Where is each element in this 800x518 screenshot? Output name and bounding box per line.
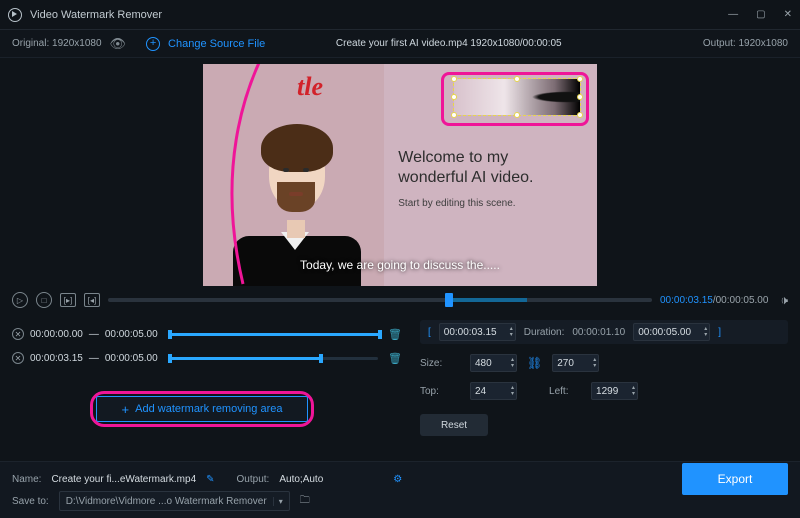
slide-subtext: Start by editing this scene.	[398, 198, 583, 209]
range-row: ✕ 00:00:00.00 — 00:00:05.00 🗑	[12, 324, 402, 344]
title-bar: Video Watermark Remover — ▢ ✕	[0, 0, 800, 30]
name-label: Name:	[12, 474, 41, 485]
app-logo-icon	[8, 8, 22, 22]
range-sep: —	[89, 329, 99, 340]
range-end-input[interactable]: ▴▾	[633, 323, 710, 341]
time-range-bracket: [ ▴▾ Duration: 00:00:01.10 ▴▾ ]	[420, 320, 788, 344]
bottom-bar: Name: Create your fi...eWatermark.mp4 ✎ …	[0, 461, 800, 518]
volume-icon[interactable]: 🕩	[780, 293, 788, 308]
output-label: Output:	[237, 474, 270, 485]
video-preview[interactable]: Welcome to my wonderful AI video. Start …	[203, 64, 597, 286]
output-settings-icon[interactable]: ⚙	[393, 474, 402, 485]
bracket-right-icon[interactable]: ]	[718, 327, 721, 338]
save-path-value: D:\Vidmore\Vidmore ...o Watermark Remove…	[66, 496, 267, 507]
export-button[interactable]: Export	[682, 463, 788, 495]
range-start: 00:00:03.15	[30, 353, 83, 364]
range-end: 00:00:05.00	[105, 353, 158, 364]
app-title: Video Watermark Remover	[30, 9, 162, 21]
maximize-button[interactable]: ▢	[756, 9, 765, 20]
original-resolution-label: Original: 1920x1080	[12, 38, 102, 49]
left-label: Left:	[549, 386, 581, 397]
stop-button[interactable]: □	[36, 292, 52, 308]
delete-range-icon[interactable]: 🗑	[388, 328, 402, 341]
parameters-panel: [ ▴▾ Duration:00:00:01.10 ▴▾ ] Size: ▴▾ …	[420, 320, 788, 436]
slide-heading: Welcome to my wonderful AI video.	[398, 148, 583, 188]
add-watermark-area-label: Add watermark removing area	[135, 403, 282, 415]
add-watermark-area-button[interactable]: + Add watermark removing area	[96, 396, 308, 422]
file-info-label: Create your first AI video.mp4 1920x1080…	[336, 38, 562, 49]
range-end: 00:00:05.00	[105, 329, 158, 340]
video-caption: Today, we are going to discuss the.....	[203, 258, 597, 272]
range-bar[interactable]	[168, 357, 378, 360]
partial-title-text: tle	[297, 72, 323, 102]
size-width-input[interactable]: ▴▾	[470, 354, 517, 372]
range-start-input[interactable]: ▴▾	[439, 323, 516, 341]
size-label: Size:	[420, 358, 460, 369]
mark-in-button[interactable]: [▸]	[60, 293, 76, 307]
output-resolution-label: Output: 1920x1080	[703, 38, 788, 49]
range-row: ✕ 00:00:03.15 — 00:00:05.00 🗑	[12, 348, 402, 368]
timeline-track[interactable]	[108, 298, 652, 302]
range-bar[interactable]	[168, 333, 378, 336]
delete-range-icon[interactable]: 🗑	[388, 352, 402, 365]
edit-name-icon[interactable]: ✎	[206, 474, 214, 485]
play-button[interactable]: ▷	[12, 292, 28, 308]
add-source-icon[interactable]: +	[146, 37, 160, 51]
open-folder-icon[interactable]: 🗀	[300, 493, 310, 510]
size-height-input[interactable]: ▴▾	[552, 354, 599, 372]
change-source-button[interactable]: Change Source File	[168, 38, 265, 50]
output-name-value: Create your fi...eWatermark.mp4	[51, 474, 196, 485]
duration-value: 00:00:01.10	[572, 327, 625, 338]
range-sep: —	[89, 353, 99, 364]
save-path-dropdown-icon[interactable]: ▾	[273, 497, 283, 506]
save-to-label: Save to:	[12, 496, 49, 507]
minimize-button[interactable]: —	[728, 9, 738, 20]
reset-button[interactable]: Reset	[420, 414, 488, 436]
plus-icon: +	[122, 403, 130, 416]
playback-controls: ▷ □ [▸] [◂] 00:00:03.15/00:00:05.00 🕩	[0, 286, 800, 314]
close-button[interactable]: ✕	[784, 9, 792, 20]
header-bar: Original: 1920x1080 👁 + Change Source Fi…	[0, 30, 800, 58]
time-display: 00:00:03.15/00:00:05.00	[660, 295, 768, 306]
left-input[interactable]: ▴▾	[591, 382, 638, 400]
preview-toggle-icon[interactable]: 👁	[110, 36, 127, 52]
duration-label: Duration:	[524, 327, 565, 338]
watermark-selection-box[interactable]	[453, 78, 581, 116]
top-input[interactable]: ▴▾	[470, 382, 517, 400]
range-start: 00:00:00.00	[30, 329, 83, 340]
output-preset-value: Auto;Auto	[279, 474, 323, 485]
timeline-playhead[interactable]	[445, 293, 453, 307]
timeline-selection[interactable]	[445, 298, 527, 302]
ranges-panel: ✕ 00:00:00.00 — 00:00:05.00 🗑 ✕ 00:00:03.15 — 00…	[12, 320, 402, 436]
mark-out-button[interactable]: [◂]	[84, 293, 100, 307]
bracket-left-icon[interactable]: [	[428, 327, 431, 338]
link-dimensions-icon[interactable]: ⛓	[527, 356, 542, 370]
remove-range-icon[interactable]: ✕	[12, 352, 24, 364]
top-label: Top:	[420, 386, 460, 397]
remove-range-icon[interactable]: ✕	[12, 328, 24, 340]
save-path-box[interactable]: D:\Vidmore\Vidmore ...o Watermark Remove…	[59, 491, 290, 511]
